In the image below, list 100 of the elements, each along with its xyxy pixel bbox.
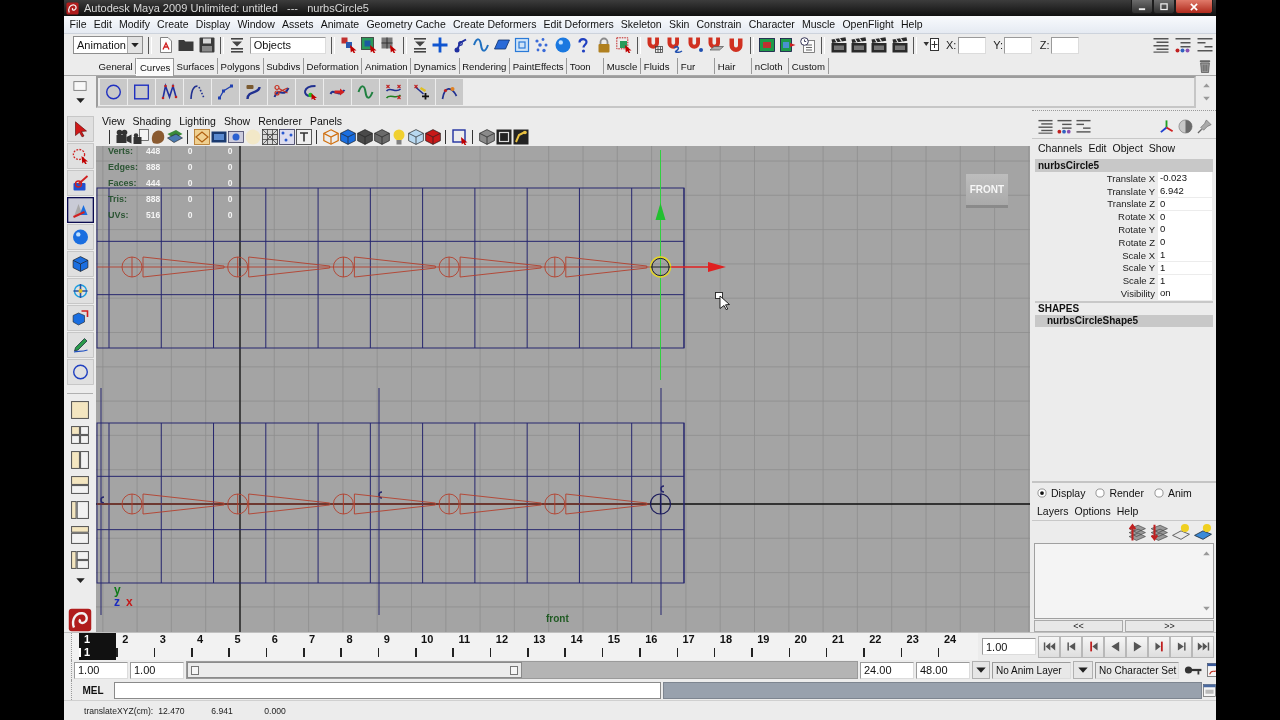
shelf-tab[interactable]: nCloth [752,58,790,74]
play-backwards-button[interactable] [1104,635,1126,658]
magnet-point-icon[interactable] [687,37,704,53]
panel-menu-item[interactable]: Shading [128,114,176,128]
current-time-field[interactable]: 1.00 [982,638,1036,655]
anim-layer-menu-button[interactable] [972,661,990,679]
curve-plus-icon[interactable] [408,79,435,105]
channel-menu-item[interactable]: Show [1145,141,1179,154]
shelf-tab[interactable]: Animation [362,58,412,74]
cube-icon[interactable] [425,129,441,145]
shelf-tab[interactable]: Subdivs [263,58,304,74]
clock-page-icon[interactable] [799,37,816,53]
layer-menu-item[interactable]: Options [1071,504,1114,517]
attribute-value-field[interactable]: 0 [1158,236,1212,249]
go-to-end-button[interactable] [1192,635,1214,658]
shape-node[interactable]: nurbsCircleShape5 [1035,314,1213,327]
scroll-down-icon[interactable] [1202,605,1210,612]
caret-icon[interactable] [1078,665,1088,675]
paint-brush-icon[interactable] [66,170,94,196]
pager-button[interactable]: >> [1125,620,1214,632]
frame-marker[interactable]: 1 1 [79,633,117,660]
start-time-field[interactable]: 1.00 [74,661,128,679]
film-gate-icon[interactable] [211,129,227,145]
menu-item[interactable]: Animate [317,17,363,32]
panel-menu-item[interactable]: Lighting [175,114,220,128]
command-input-field[interactable] [114,681,661,699]
menu-item[interactable]: Window [233,17,279,32]
script-editor-icon[interactable] [1203,683,1216,697]
image-plane-icon[interactable] [167,129,183,145]
step-forward-frame-icon[interactable] [1152,640,1166,653]
step-forward-key-button[interactable] [1170,635,1192,658]
coordinate-field[interactable] [957,36,986,54]
playback-start-field[interactable]: 1.00 [130,661,184,679]
layer-mode-radio[interactable]: Display [1037,487,1086,499]
step-back-icon[interactable] [1064,640,1078,653]
menu-item[interactable]: Edit Deformers [540,17,618,32]
attribute-name[interactable]: Rotate X [1035,211,1158,223]
panel-menu-item[interactable]: View [98,114,129,128]
bookmark-blob-icon[interactable] [150,129,166,145]
dotted-curve-icon[interactable] [184,79,211,105]
attribute-value-field[interactable]: 0 [1158,197,1212,211]
range-slider-track[interactable] [186,661,858,679]
layer-mode-radio[interactable]: Render [1095,487,1144,499]
channel-menu-item[interactable]: Edit [1085,141,1110,154]
curve-icon[interactable] [473,37,490,53]
maximize-icon[interactable] [1159,1,1169,12]
close-button[interactable] [1175,0,1213,14]
curve-points-icon[interactable] [436,79,463,105]
camera-icon[interactable] [116,129,132,145]
pane-layout-icon[interactable] [71,501,89,519]
app-logo-icon[interactable] [68,608,92,632]
attribute-list-icon[interactable] [1057,118,1072,134]
range-slider-bar[interactable] [187,662,522,678]
text-box-icon[interactable] [296,129,312,145]
tool-settings-icon[interactable] [1076,118,1091,134]
attribute-value-field[interactable]: 1 [1158,274,1212,287]
object-name[interactable]: nurbsCircle5 [1035,159,1213,172]
play-forwards-button[interactable] [1126,635,1148,658]
magnet-surface-icon[interactable] [707,37,724,53]
command-language-label[interactable]: MEL [73,684,113,696]
step-back-key-button[interactable] [1060,635,1082,658]
attribute-value-field[interactable]: -0.023 [1158,172,1212,185]
anim-layer-field[interactable]: No Anim Layer [992,661,1071,679]
resolution-gate-icon[interactable] [228,129,244,145]
frame-box-icon[interactable] [496,129,512,145]
pane-layout-icon[interactable] [71,551,89,569]
clapperboard-icon[interactable] [851,37,868,53]
coordinate-field[interactable] [1004,36,1033,54]
pane-layout-icon[interactable] [71,526,89,544]
cube-icon[interactable] [374,129,390,145]
render-frame-icon[interactable] [759,37,776,53]
scissors-curve-icon[interactable] [268,79,295,105]
collapse-arrow-icon[interactable] [412,37,429,53]
dropdown-box-icon[interactable] [922,37,939,53]
half-disc-icon[interactable] [1178,118,1193,134]
grid-pointer-icon[interactable] [381,37,398,53]
surface-icon[interactable] [493,37,510,53]
cube-icon[interactable] [340,129,356,145]
shelf-tab[interactable]: PaintEffects [510,58,568,74]
shelf-tab[interactable]: Deformation [303,58,363,74]
menu-item[interactable]: Skeleton [617,17,666,32]
box-pointer-icon[interactable] [360,37,377,53]
channel-list-icon[interactable] [1038,118,1053,134]
tool-settings-icon[interactable] [1197,37,1213,53]
menu-item[interactable]: Constrain [692,17,746,32]
pencil-icon[interactable] [66,332,94,358]
attribute-name[interactable]: Translate Z [1035,198,1158,210]
radio-icon[interactable] [1153,488,1164,498]
magnet-grid-icon[interactable] [646,37,663,53]
curve-pointer-icon[interactable] [296,79,323,105]
crossed-curves-icon[interactable] [380,79,407,105]
menu-item[interactable]: Geometry Cache [362,17,450,32]
channel-menu-item[interactable]: Channels [1035,141,1086,154]
layer-mode-radio[interactable]: Anim [1153,487,1192,499]
attribute-name[interactable]: Scale Z [1035,275,1158,287]
attribute-value-field[interactable]: 1 [1158,261,1212,275]
shelf-tab[interactable]: Fluids [641,58,679,74]
end-time-field[interactable]: 48.00 [916,661,970,679]
menu-item[interactable]: Character [745,17,799,32]
new-layer-icon[interactable] [1172,522,1190,541]
